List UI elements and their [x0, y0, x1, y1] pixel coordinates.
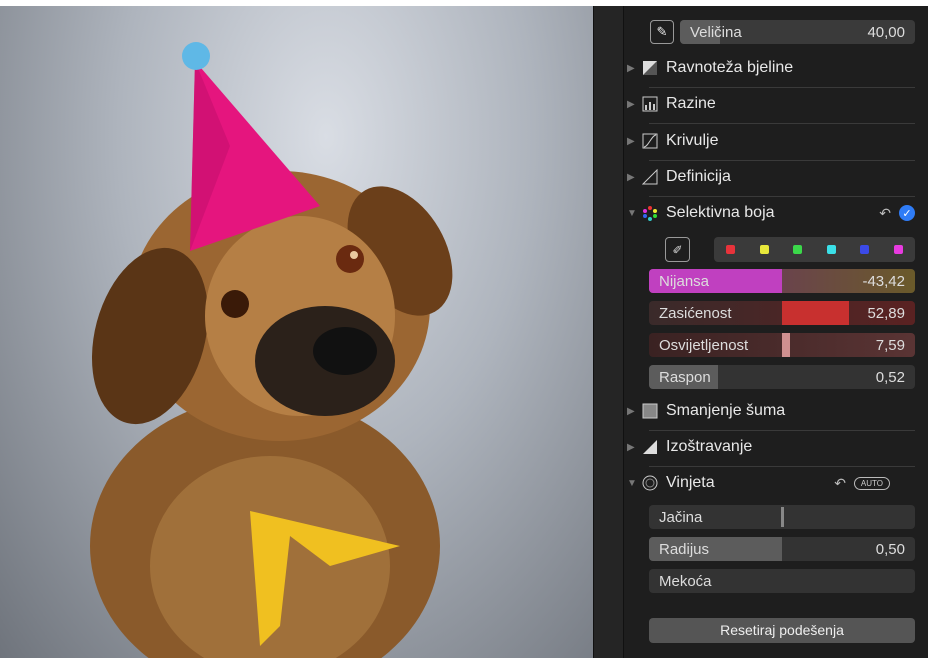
section-label: Definicija [666, 168, 731, 185]
curves-icon [641, 132, 659, 150]
section-label: Smanjenje šuma [666, 402, 786, 419]
swatch-yellow[interactable] [759, 245, 769, 254]
luminance-value: 7,59 [875, 337, 905, 354]
swatch-blue[interactable] [860, 245, 870, 254]
vignette-icon [641, 474, 659, 492]
white-balance-icon [641, 59, 659, 77]
swatch-magenta[interactable] [893, 245, 903, 254]
hue-slider[interactable]: Nijansa -43,42 [649, 269, 915, 293]
reset-adjustments-button[interactable]: Resetiraj podešenja [649, 618, 915, 643]
divider [649, 430, 915, 431]
brush-size-label: Veličina [690, 24, 742, 41]
divider [649, 196, 915, 197]
section-label: Izoštravanje [666, 438, 753, 455]
section-noise-reduction[interactable]: ▶ Smanjenje šuma [627, 402, 915, 420]
disclosure-right-icon[interactable]: ▶ [627, 63, 641, 74]
noise-reduction-icon [641, 402, 659, 420]
luminance-fill [782, 333, 790, 357]
section-curves[interactable]: ▶ Krivulje [627, 132, 915, 150]
disclosure-right-icon[interactable]: ▶ [627, 172, 641, 183]
radius-value: 0,50 [875, 541, 905, 558]
section-white-balance[interactable]: ▶ Ravnoteža bjeline [627, 59, 915, 77]
range-label: Raspon [659, 369, 711, 386]
photo-preview [0, 6, 593, 658]
range-slider[interactable]: Raspon 0,52 [649, 365, 915, 389]
strength-label: Jačina [659, 509, 703, 526]
saturation-fill [782, 301, 849, 325]
disclosure-right-icon[interactable]: ▶ [627, 99, 641, 110]
divider [649, 87, 915, 88]
saturation-value: 52,89 [867, 305, 905, 322]
disclosure-right-icon[interactable]: ▶ [627, 442, 641, 453]
brush-size-row: ✎ Veličina 40,00 [650, 20, 915, 44]
strength-marker [781, 507, 784, 527]
section-definition[interactable]: ▶ Definicija [627, 168, 915, 186]
section-selective-color[interactable]: ▼ Selektivna boja ↶ ✓ [627, 204, 915, 222]
panel-gutter [594, 6, 624, 658]
color-swatch-bar [714, 237, 915, 262]
section-levels[interactable]: ▶ Razine [627, 95, 915, 113]
dog-photo [90, 42, 453, 658]
divider [649, 123, 915, 124]
luminance-slider[interactable]: Osvijetljenost 7,59 [649, 333, 915, 357]
enabled-checkmark-icon[interactable]: ✓ [899, 205, 915, 221]
swatch-green[interactable] [793, 245, 803, 254]
range-value: 0,52 [875, 369, 905, 386]
brush-icon[interactable]: ✎ [650, 20, 674, 44]
definition-icon [641, 168, 659, 186]
disclosure-right-icon[interactable]: ▶ [627, 406, 641, 417]
divider [649, 160, 915, 161]
adjustments-panel: ✎ Veličina 40,00 ▶ Ravnoteža bjeline ▶ R… [593, 6, 928, 658]
disclosure-down-icon[interactable]: ▼ [627, 478, 641, 489]
section-vignette[interactable]: ▼ Vinjeta ↶ AUTO [627, 474, 915, 492]
radius-slider[interactable]: Radijus 0,50 [649, 537, 915, 561]
radius-label: Radijus [659, 541, 710, 558]
section-label: Selektivna boja [666, 204, 775, 221]
saturation-label: Zasićenost [659, 305, 732, 322]
revert-icon[interactable]: ↶ [879, 205, 891, 222]
swatch-cyan[interactable] [826, 245, 836, 254]
brush-size-value: 40,00 [867, 24, 905, 41]
softness-slider[interactable]: Mekoća [649, 569, 915, 593]
divider [649, 466, 915, 467]
section-label: Krivulje [666, 132, 719, 149]
section-sharpen[interactable]: ▶ Izoštravanje [627, 438, 915, 456]
brush-size-slider[interactable]: Veličina 40,00 [680, 20, 915, 44]
eyedropper-icon[interactable]: ✐ [665, 237, 690, 262]
auto-button[interactable]: AUTO [853, 476, 890, 490]
sharpen-icon [641, 438, 659, 456]
levels-icon [641, 95, 659, 113]
hue-label: Nijansa [659, 273, 710, 290]
selective-color-icon [641, 204, 659, 222]
disclosure-down-icon[interactable]: ▼ [627, 208, 641, 219]
luminance-label: Osvijetljenost [659, 337, 749, 354]
saturation-slider[interactable]: Zasićenost 52,89 [649, 301, 915, 325]
section-label: Ravnoteža bjeline [666, 59, 794, 76]
hue-value: -43,42 [862, 273, 905, 290]
section-label: Vinjeta [666, 474, 715, 491]
revert-icon[interactable]: ↶ [834, 475, 846, 492]
swatch-red[interactable] [726, 245, 736, 254]
disclosure-right-icon[interactable]: ▶ [627, 136, 641, 147]
softness-label: Mekoća [659, 573, 712, 590]
section-label: Razine [666, 95, 716, 112]
strength-slider[interactable]: Jačina [649, 505, 915, 529]
